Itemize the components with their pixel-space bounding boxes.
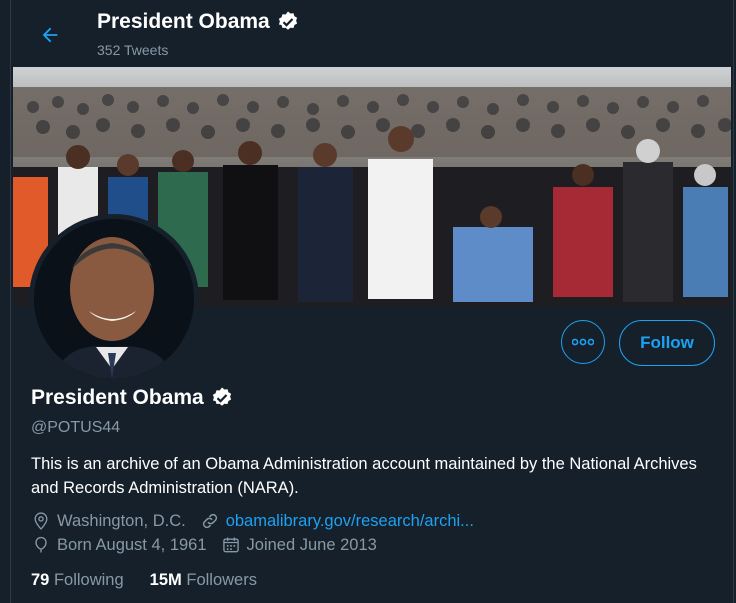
followers-count: 15M xyxy=(149,571,182,589)
website-item[interactable]: obamalibrary.gov/research/archi... xyxy=(200,511,474,531)
profile-meta-row-1: Washington, D.C. obamalibrary.gov/resear… xyxy=(31,511,488,531)
location-item: Washington, D.C. xyxy=(31,511,186,531)
more-options-button[interactable] xyxy=(561,320,605,364)
profile-header: President Obama 352 Tweets xyxy=(11,0,733,66)
followers-label: Followers xyxy=(186,571,257,589)
location-pin-icon xyxy=(34,512,48,530)
profile-name-row: President Obama xyxy=(31,386,234,410)
profile-meta-row-2: Born August 4, 1961 Joined June 2013 xyxy=(31,535,391,555)
follow-stats: 79 Following 15M Followers xyxy=(31,571,257,590)
profile-page: President Obama 352 Tweets Follow Presid… xyxy=(10,0,734,603)
joined-item: Joined June 2013 xyxy=(221,535,377,555)
location-text: Washington, D.C. xyxy=(57,511,186,530)
arrow-left-icon xyxy=(42,27,58,43)
website-link[interactable]: obamalibrary.gov/research/archi... xyxy=(226,512,474,531)
balloon-icon xyxy=(35,536,47,553)
header-title: President Obama xyxy=(97,10,300,34)
joined-text: Joined June 2013 xyxy=(246,535,377,554)
profile-name: President Obama xyxy=(31,386,204,409)
tweet-count: 352 Tweets xyxy=(97,42,169,58)
following-label: Following xyxy=(53,571,124,589)
profile-handle: @POTUS44 xyxy=(31,419,121,436)
more-dots-icon xyxy=(572,338,594,346)
calendar-icon xyxy=(222,537,239,553)
verified-badge-icon xyxy=(212,387,231,406)
verified-badge-icon xyxy=(278,11,297,30)
following-count: 79 xyxy=(31,571,50,589)
birthday-text: Born August 4, 1961 xyxy=(57,535,207,554)
birthday-item: Born August 4, 1961 xyxy=(31,535,207,555)
followers-stat[interactable]: 15M Followers xyxy=(150,571,257,590)
avatar[interactable] xyxy=(34,219,194,379)
link-icon xyxy=(202,513,217,529)
following-stat[interactable]: 79 Following xyxy=(31,571,124,590)
profile-bio: This is an archive of an Obama Administr… xyxy=(31,455,697,497)
avatar-border xyxy=(29,214,199,384)
back-button[interactable] xyxy=(33,18,67,52)
follow-button[interactable]: Follow xyxy=(619,320,715,366)
header-name: President Obama xyxy=(97,10,270,33)
